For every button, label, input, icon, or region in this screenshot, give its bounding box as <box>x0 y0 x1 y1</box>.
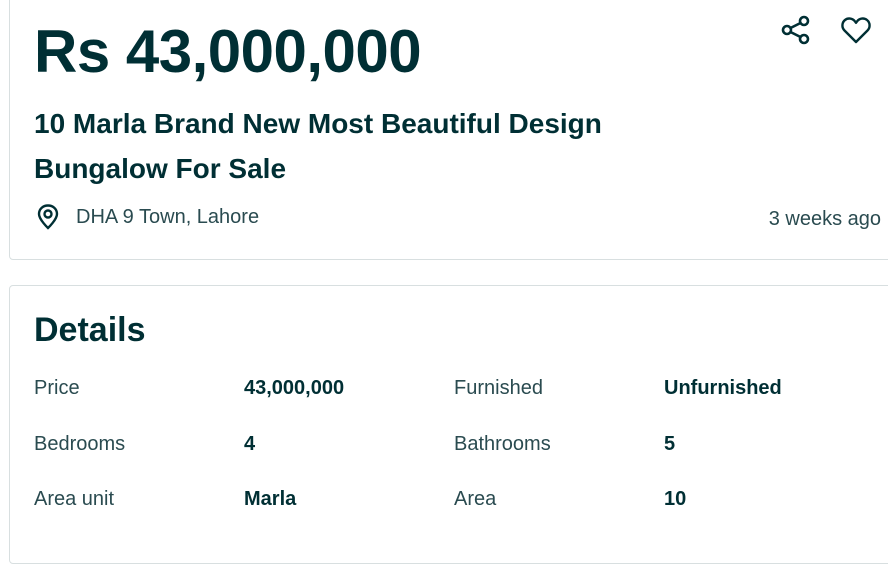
detail-label-furnished: Furnished <box>454 377 543 399</box>
detail-label-bathrooms: Bathrooms <box>454 432 551 455</box>
listing-title: 10 Marla Brand New Most Beautiful Design… <box>34 108 602 184</box>
detail-row: Area unit Marla Area 10 <box>34 485 884 541</box>
listing-price: Rs 43,000,000 <box>34 18 422 85</box>
posted-time: 3 weeks ago <box>768 208 881 230</box>
detail-row: Bedrooms 4 Bathrooms 5 <box>34 430 884 486</box>
listing-location: DHA 9 Town, Lahore <box>34 203 259 231</box>
detail-value-bathrooms: 5 <box>664 432 676 455</box>
details-grid: Price 43,000,000 Furnished Unfurnished B… <box>34 374 884 541</box>
detail-value-price: 43,000,000 <box>244 377 345 399</box>
detail-label-bedrooms: Bedrooms <box>34 432 126 455</box>
favorite-button[interactable] <box>839 15 873 49</box>
details-heading: Details <box>34 311 146 349</box>
share-icon <box>780 14 812 51</box>
detail-value-area-unit: Marla <box>244 488 297 510</box>
detail-value-area: 10 <box>664 488 687 510</box>
detail-label-area-unit: Area unit <box>34 488 115 510</box>
details-card: Details Price 43,000,000 Furnished Unfur… <box>9 285 888 564</box>
detail-value-bedrooms: 4 <box>244 432 256 455</box>
detail-value-furnished: Unfurnished <box>664 377 782 399</box>
detail-row: Price 43,000,000 Furnished Unfurnished <box>34 374 884 430</box>
location-text: DHA 9 Town, Lahore <box>76 205 260 228</box>
listing-summary-card: Rs 43,000,000 10 Marla Brand New Most Be <box>9 0 888 260</box>
detail-label-area: Area <box>454 488 497 510</box>
location-pin-icon <box>34 203 62 231</box>
heart-icon <box>840 14 872 51</box>
share-button[interactable] <box>779 15 813 49</box>
detail-label-price: Price <box>34 377 80 399</box>
listing-actions <box>779 15 873 49</box>
